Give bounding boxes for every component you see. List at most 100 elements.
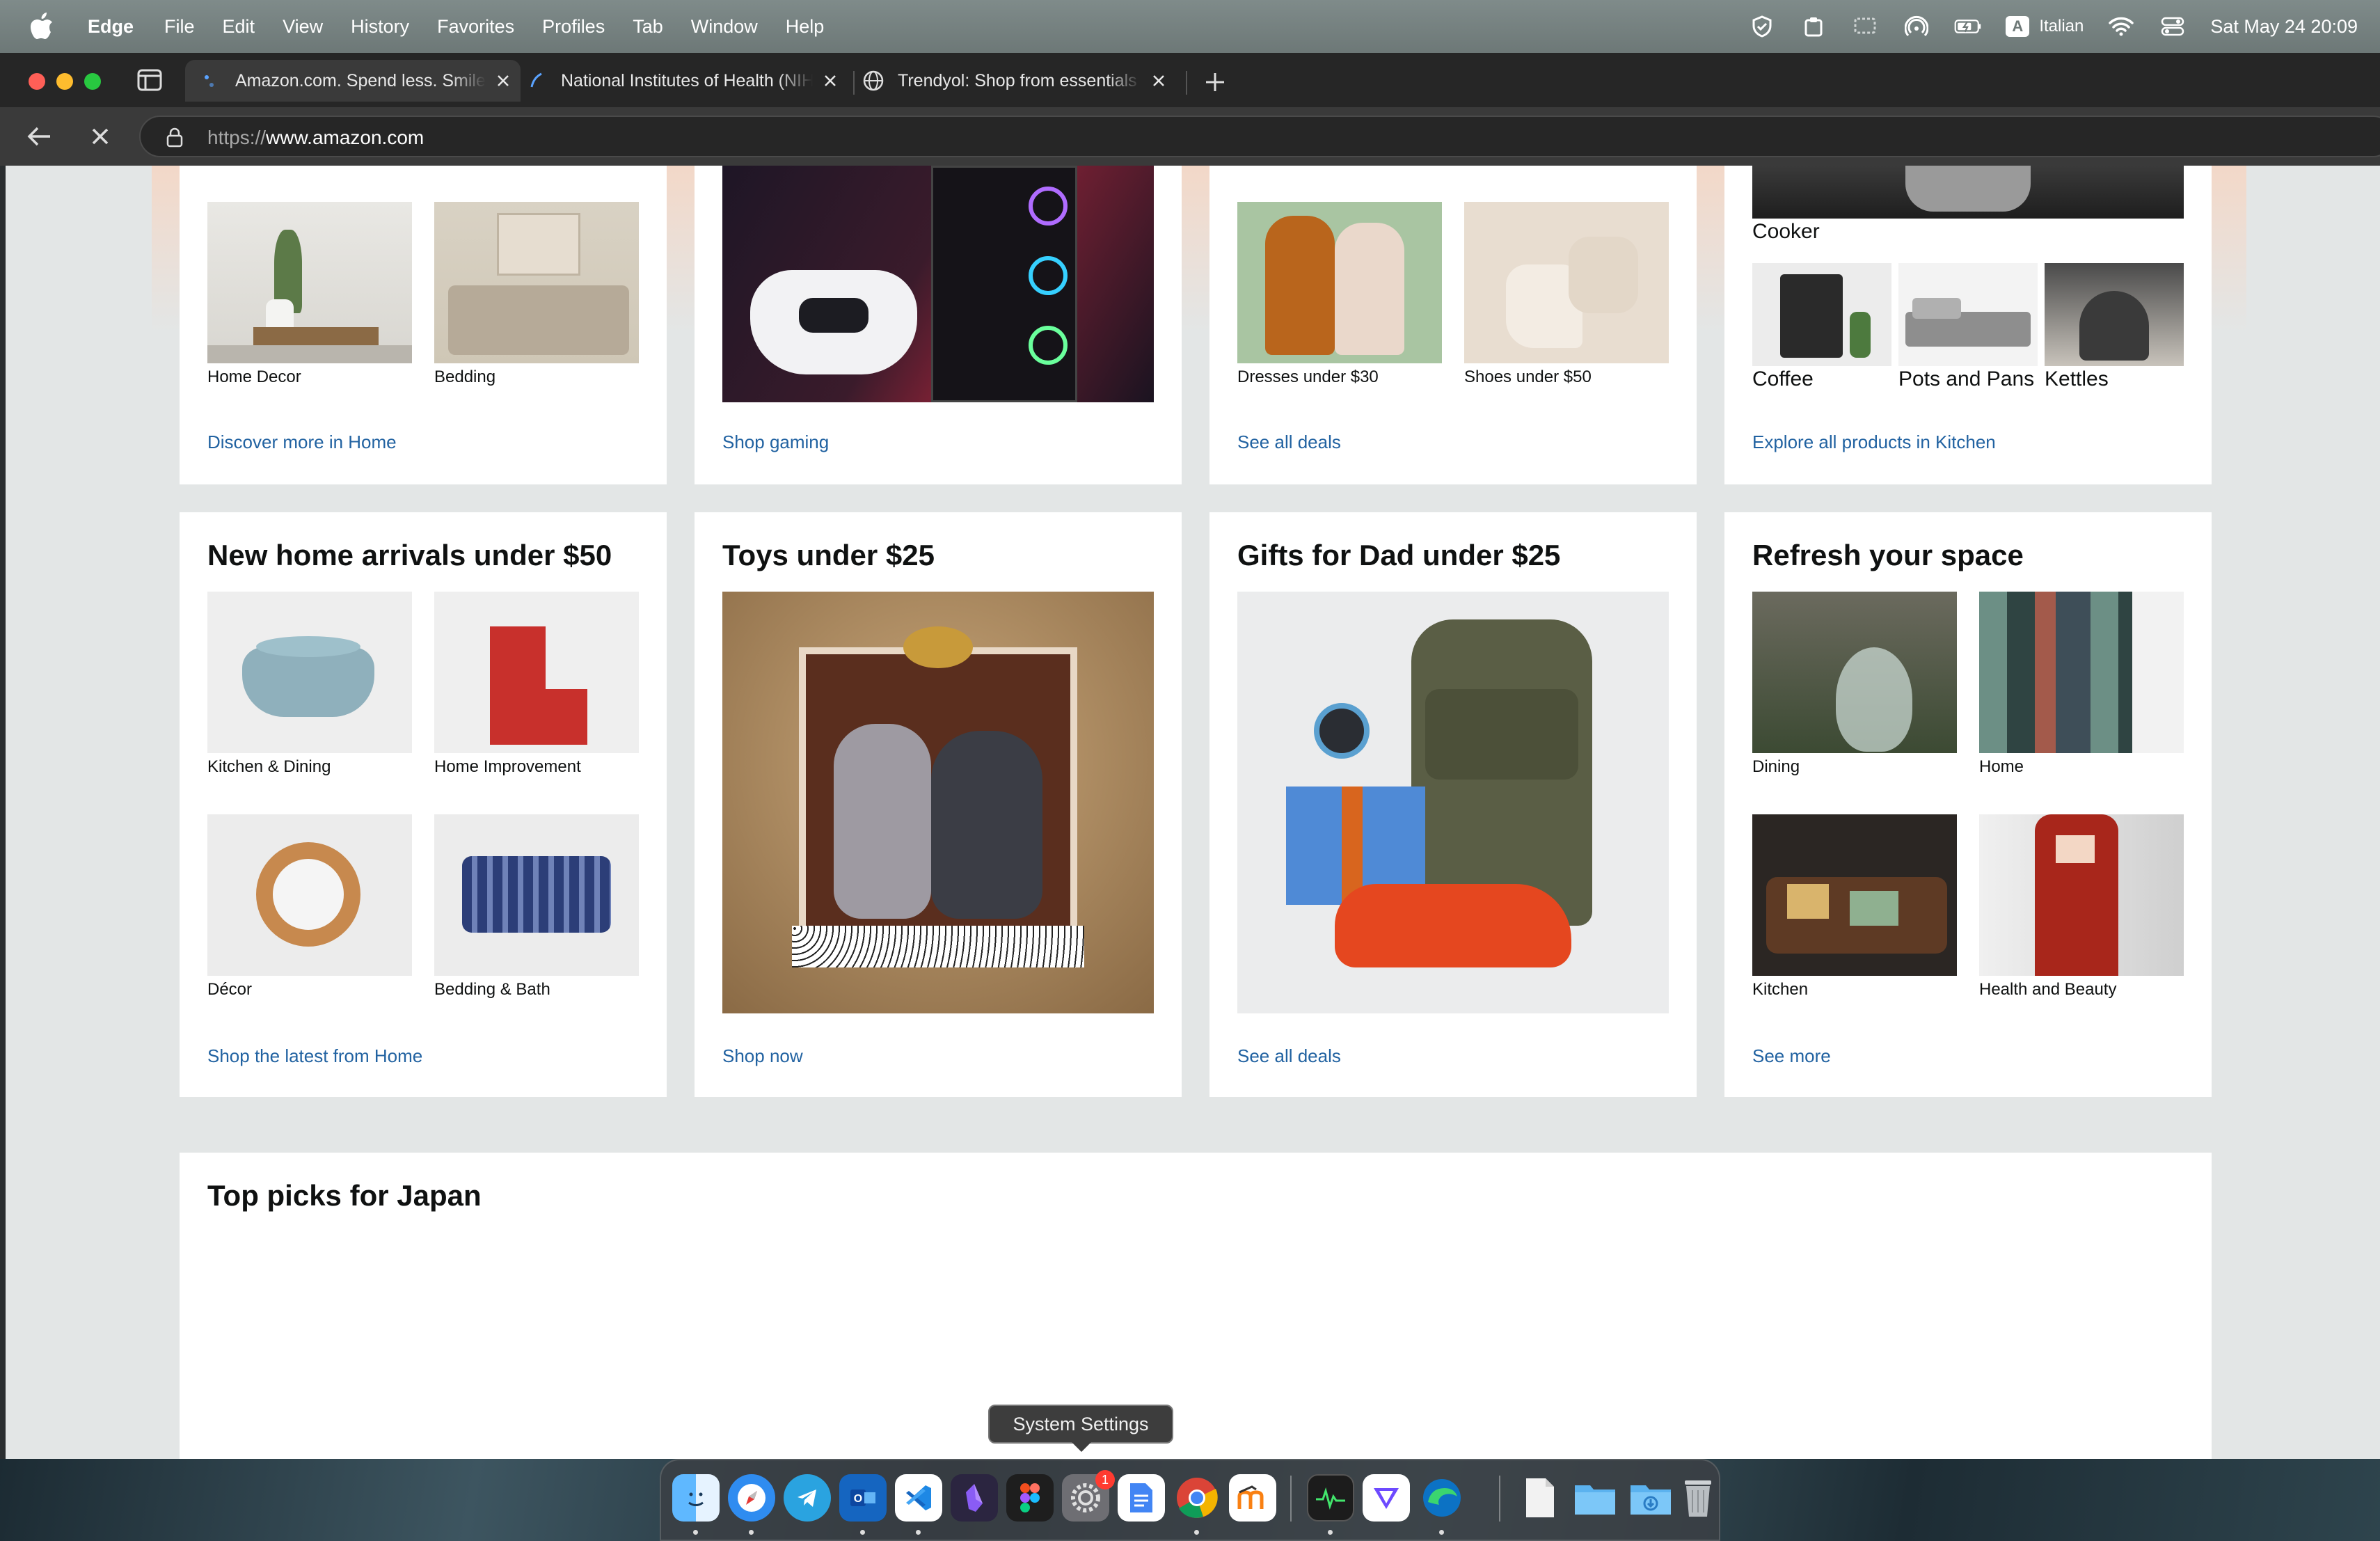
lock-icon[interactable] (164, 127, 185, 148)
control-center-icon[interactable] (2159, 15, 2187, 38)
tile-caption[interactable]: Kettles (2045, 368, 2184, 391)
sunburst-mirror-image[interactable] (207, 814, 412, 976)
tile-caption[interactable]: Kitchen (1752, 980, 1957, 999)
see-all-deals-link[interactable]: See all deals (1237, 432, 1341, 453)
tile-caption[interactable]: Dresses under $30 (1237, 368, 1442, 387)
menu-favorites[interactable]: Favorites (437, 16, 514, 38)
proton-vpn-icon[interactable] (1363, 1474, 1410, 1522)
tile-kitchen[interactable]: Kitchen (1752, 814, 1957, 999)
outlook-icon[interactable]: O (839, 1474, 887, 1522)
gifts-backpack-image[interactable] (1237, 592, 1669, 1013)
tile-kitchen-dining[interactable]: Kitchen & Dining (207, 592, 412, 777)
tile-decor[interactable]: Décor (207, 814, 412, 999)
clipboard-icon[interactable] (1800, 15, 1827, 38)
tile-caption[interactable]: Home Improvement (434, 757, 639, 777)
coffee-image[interactable] (1752, 263, 1891, 366)
tab-trendyol[interactable]: Trendyol: Shop from essentials (855, 60, 1182, 102)
cooker-caption[interactable]: Cooker (1752, 220, 1820, 244)
dresses-image[interactable] (1237, 202, 1442, 363)
battery-icon[interactable] (1954, 15, 1982, 38)
body-wash-bottle-image[interactable] (1979, 814, 2184, 976)
tile-caption[interactable]: Bedding (434, 368, 639, 387)
window-minimize-button[interactable] (56, 73, 73, 90)
tile-pots-pans[interactable]: Pots and Pans (1898, 263, 2038, 391)
tile-home[interactable]: Home (1979, 592, 2184, 777)
tile-dresses[interactable]: Dresses under $30 (1237, 202, 1442, 387)
tile-health-beauty[interactable]: Health and Beauty (1979, 814, 2184, 999)
new-tab-icon[interactable] (1200, 67, 1230, 97)
tile-caption[interactable]: Pots and Pans (1898, 368, 2038, 391)
dutch-oven-image[interactable] (207, 592, 412, 753)
wifi-icon[interactable] (2107, 15, 2135, 38)
back-arrow-icon[interactable] (24, 121, 54, 152)
tile-caption[interactable]: Bedding & Bath (434, 980, 639, 999)
tile-caption[interactable]: Décor (207, 980, 412, 999)
input-source-label[interactable]: Italian (2039, 17, 2084, 36)
tile-bedding[interactable]: Bedding (434, 202, 639, 387)
tile-home-decor[interactable]: Home Decor (207, 202, 412, 387)
vpn-shield-icon[interactable] (1748, 15, 1776, 38)
chrome-icon[interactable] (1173, 1474, 1221, 1522)
bedding-image[interactable] (434, 202, 639, 363)
folder-icon[interactable] (1571, 1474, 1619, 1522)
gaming-pc-image[interactable] (722, 166, 1154, 402)
menu-history[interactable]: History (351, 16, 409, 38)
menu-app-name[interactable]: Edge (88, 16, 134, 38)
address-bar[interactable]: https://www.amazon.com (139, 116, 2380, 157)
shop-latest-home-link[interactable]: Shop the latest from Home (207, 1045, 422, 1067)
finder-icon[interactable] (672, 1474, 720, 1522)
tile-coffee[interactable]: Coffee (1752, 263, 1891, 391)
tile-caption[interactable]: Home Decor (207, 368, 412, 387)
google-docs-icon[interactable] (1118, 1474, 1165, 1522)
activity-monitor-icon[interactable] (1307, 1474, 1354, 1522)
input-source-badge[interactable]: A (2006, 16, 2030, 37)
tile-caption[interactable]: Shoes under $50 (1464, 368, 1669, 387)
apple-icon[interactable] (24, 8, 60, 45)
tile-shoes[interactable]: Shoes under $50 (1464, 202, 1669, 387)
vscode-icon[interactable] (895, 1474, 942, 1522)
pillow-image[interactable] (434, 814, 639, 976)
tile-dining[interactable]: Dining (1752, 592, 1957, 777)
menu-tab[interactable]: Tab (633, 16, 663, 38)
see-more-link[interactable]: See more (1752, 1045, 1831, 1067)
moodle-icon[interactable] (1229, 1474, 1276, 1522)
window-close-button[interactable] (29, 73, 45, 90)
figma-icon[interactable] (1006, 1474, 1054, 1522)
dining-image[interactable] (1752, 592, 1957, 753)
tab-close-icon[interactable] (491, 69, 515, 93)
paint-cans-image[interactable] (434, 592, 639, 753)
menu-file[interactable]: File (164, 16, 195, 38)
telegram-icon[interactable] (784, 1474, 831, 1522)
safari-icon[interactable] (728, 1474, 775, 1522)
documents-file-icon[interactable] (1516, 1474, 1563, 1522)
home-decor-image[interactable] (207, 202, 412, 363)
tile-kettles[interactable]: Kettles (2045, 263, 2184, 391)
tab-nih[interactable]: National Institutes of Health (NIH) (521, 60, 852, 102)
tile-bedding-bath[interactable]: Bedding & Bath (434, 814, 639, 999)
downloads-folder-icon[interactable] (1627, 1474, 1674, 1522)
shop-gaming-link[interactable]: Shop gaming (722, 432, 829, 453)
menu-edit[interactable]: Edit (223, 16, 255, 38)
kettles-image[interactable] (2045, 263, 2184, 366)
tab-amazon[interactable]: Amazon.com. Spend less. Smile more. (185, 60, 521, 102)
screen-mirror-icon[interactable] (1851, 15, 1879, 38)
menu-profiles[interactable]: Profiles (542, 16, 605, 38)
airdrop-icon[interactable] (1903, 15, 1930, 38)
menubar-clock[interactable]: Sat May 24 20:09 (2210, 16, 2358, 38)
tile-caption[interactable]: Coffee (1752, 368, 1891, 391)
shoes-image[interactable] (1464, 202, 1669, 363)
explore-kitchen-link[interactable]: Explore all products in Kitchen (1752, 432, 1996, 453)
stop-loading-icon[interactable] (85, 121, 116, 152)
window-zoom-button[interactable] (84, 73, 101, 90)
system-settings-icon[interactable]: 1 (1062, 1470, 1115, 1522)
vertical-tabs-icon[interactable] (136, 68, 163, 92)
discover-more-link[interactable]: Discover more in Home (207, 432, 397, 453)
url-text[interactable]: https://www.amazon.com (207, 127, 424, 149)
menu-help[interactable]: Help (786, 16, 825, 38)
charcuterie-image[interactable] (1752, 814, 1957, 976)
towels-rack-image[interactable] (1979, 592, 2184, 753)
tile-caption[interactable]: Home (1979, 757, 2184, 777)
menu-window[interactable]: Window (691, 16, 758, 38)
tile-home-improvement[interactable]: Home Improvement (434, 592, 639, 777)
edge-icon[interactable] (1418, 1474, 1466, 1522)
